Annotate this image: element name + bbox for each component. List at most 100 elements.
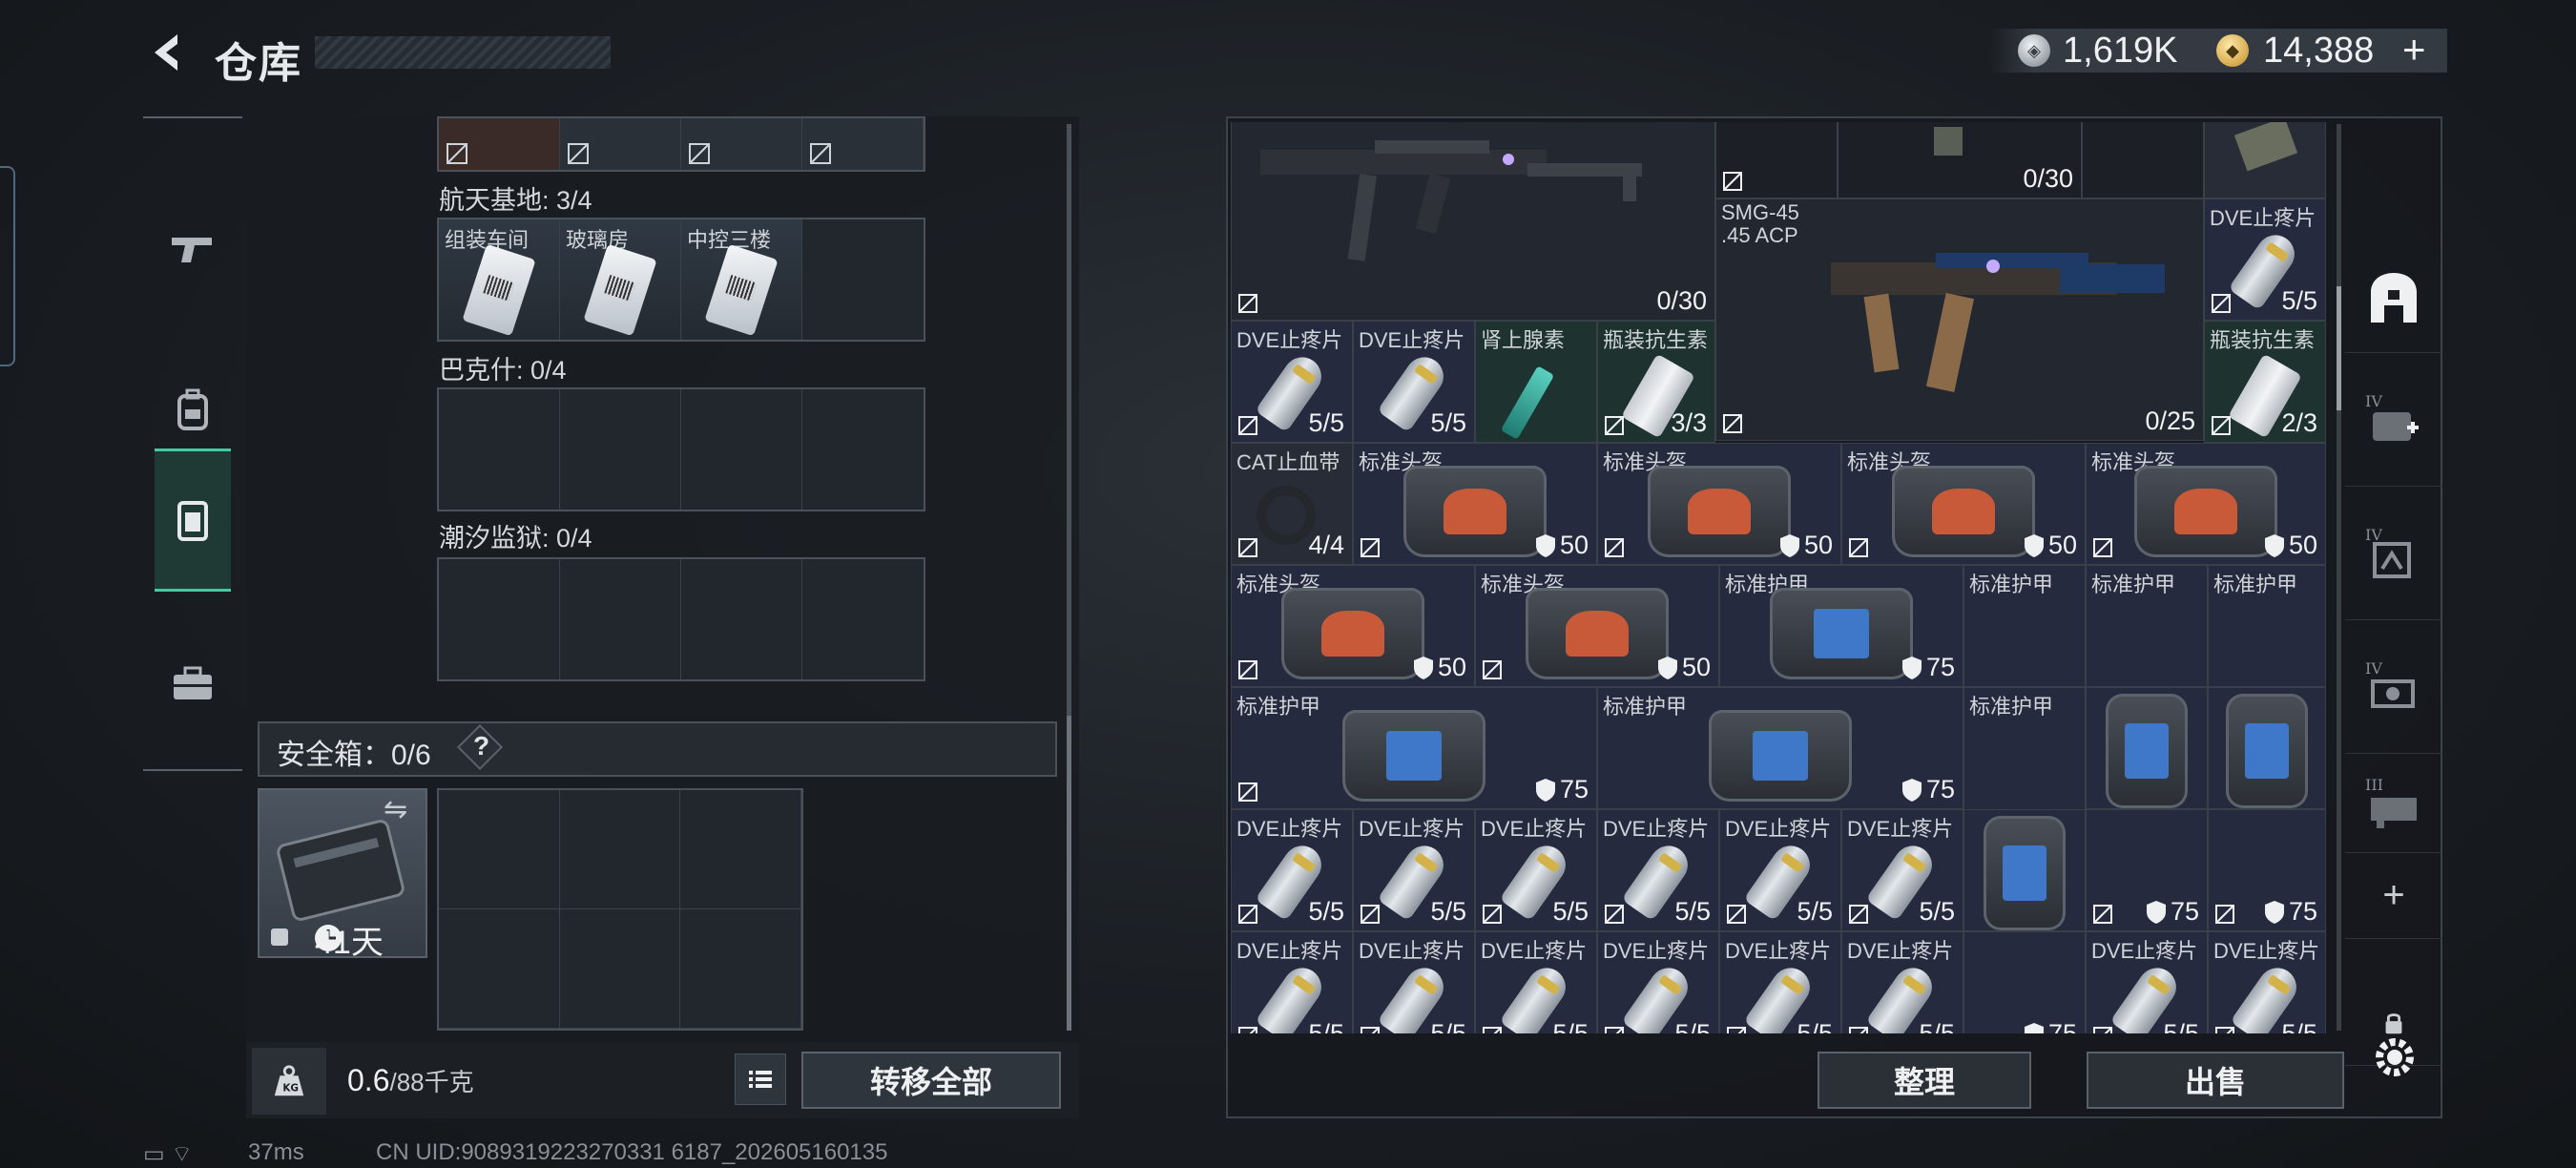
gear-icon [2376, 1038, 2414, 1076]
warehouse-scrollbar-thumb[interactable] [2337, 286, 2341, 410]
warehouse-slot[interactable] [2082, 122, 2204, 198]
keycard-slot-empty[interactable] [439, 559, 560, 679]
dve-painkiller-item[interactable]: DVE止疼片 5/5 [1475, 809, 1597, 931]
safe-slot[interactable] [680, 790, 801, 909]
keycard-slot-empty[interactable] [802, 219, 924, 340]
nav-chest-rig[interactable] [155, 448, 231, 592]
rail-warehouse-4-c[interactable]: IV [2345, 620, 2442, 754]
warehouse-slot[interactable] [1715, 122, 1838, 198]
dve-painkiller-item[interactable]: DVE止疼片 5/5 [1719, 931, 1841, 1033]
armor-item-top[interactable]: 标准护甲 [2086, 565, 2208, 687]
armor-item-top[interactable]: 标准护甲 [1963, 565, 2086, 687]
keycard-slot[interactable]: 组装车间 [439, 219, 560, 340]
armor-item[interactable]: 标准护甲 75 [1719, 565, 1963, 687]
keycard-slot-empty[interactable] [802, 389, 924, 510]
sell-button[interactable]: 出售 [2087, 1052, 2344, 1109]
durability-shield-icon [1901, 656, 1922, 679]
helmet-item[interactable]: 标准头盔 50 [1353, 443, 1597, 565]
armor-item-body[interactable] [2086, 687, 2208, 809]
keycard-slot[interactable] [560, 118, 681, 170]
armor-durability-cell[interactable]: 75 [1963, 931, 2086, 1033]
helmet-icon [1526, 587, 1669, 679]
settings-button[interactable] [2366, 1029, 2423, 1086]
ammo-box-item[interactable] [2204, 122, 2326, 198]
dve-painkiller-item[interactable]: DVE止疼片 5/5 [1597, 809, 1719, 931]
helmet-item[interactable]: 标准头盔 50 [1841, 443, 2086, 565]
armor-item[interactable]: 标准护甲 75 [1231, 687, 1597, 809]
armor-item-body[interactable] [1963, 809, 2086, 931]
dve-painkiller-item[interactable]: DVE止疼片 5/5 [1475, 931, 1597, 1033]
add-currency-button[interactable]: + [2402, 27, 2426, 73]
item-name: DVE止疼片 [1725, 939, 1832, 963]
aerospace-keycard-label: 航天基地: 3/4 [439, 186, 592, 215]
armor-durability-cell[interactable]: 75 [2208, 809, 2326, 931]
safe-slot[interactable] [680, 909, 801, 1029]
rail-add-warehouse[interactable]: + [2345, 853, 2442, 939]
weapon-smg45-item[interactable]: SMG-45 .45 ACP 0/25 [1715, 198, 2204, 441]
adrenaline-item[interactable]: 肾上腺素 [1475, 321, 1597, 443]
keycard-slot-empty[interactable] [802, 559, 924, 679]
dve-painkiller-item[interactable]: DVE止疼片 5/5 [1231, 809, 1353, 931]
item-name: 瓶装抗生素 [2210, 328, 2316, 352]
weapon-mp5-item[interactable]: 0/30 [1231, 122, 1715, 321]
armor-item[interactable]: 标准护甲 75 [1597, 687, 1963, 809]
durability-value: 75 [2170, 897, 2199, 926]
keycard-slot-empty[interactable] [439, 389, 560, 510]
dve-painkiller-item[interactable]: DVE止疼片 5/5 [1231, 321, 1353, 443]
safe-slot[interactable] [559, 909, 681, 1029]
dve-painkiller-item[interactable]: DVE止疼片 5/5 [2086, 931, 2208, 1033]
antibiotic-bottle-item[interactable]: 瓶装抗生素 2/3 [2204, 321, 2326, 443]
keycard-slot-empty[interactable] [681, 559, 802, 679]
durability: 75 [1535, 775, 1589, 804]
sort-button[interactable]: 整理 [1818, 1052, 2031, 1109]
dve-painkiller-item[interactable]: DVE止疼片 5/5 [1353, 931, 1475, 1033]
nav-weapon[interactable] [143, 176, 242, 319]
back-button[interactable] [143, 29, 191, 76]
helmet-item[interactable]: 标准头盔 50 [1475, 565, 1719, 687]
helmet-item[interactable]: 标准头盔 50 [1597, 443, 1841, 565]
item-name: 标准护甲 [1969, 573, 2054, 596]
keycard-slot[interactable] [439, 118, 560, 170]
keycard-slot-empty[interactable] [681, 389, 802, 510]
keycard-slot-empty[interactable] [560, 389, 681, 510]
keycard-slot[interactable]: 中控三楼 [681, 219, 802, 340]
dve-painkiller-item[interactable]: DVE止疼片 5/5 [1841, 809, 1963, 931]
side-drawer-handle[interactable] [0, 166, 15, 366]
keycard-slot[interactable]: 玻璃房 [560, 219, 681, 340]
antibiotic-bottle-item[interactable]: 瓶装抗生素 3/3 [1597, 321, 1715, 443]
locked-item-icon [1723, 414, 1742, 433]
container-scrollbar-thumb[interactable] [1067, 716, 1071, 1031]
dve-painkiller-item[interactable]: DVE止疼片 5/5 [1841, 931, 1963, 1033]
dve-painkiller-item[interactable]: DVE止疼片 5/5 [1353, 809, 1475, 931]
keycard-slot-empty[interactable] [560, 559, 681, 679]
dve-painkiller-item[interactable]: DVE止疼片 5/5 [2208, 931, 2326, 1033]
list-view-button[interactable] [735, 1053, 786, 1105]
dve-painkiller-item[interactable]: DVE止疼片 5/5 [1231, 931, 1353, 1033]
keycard-slot[interactable] [681, 118, 802, 170]
rail-warehouse-4-add[interactable]: IV [2345, 353, 2442, 487]
safe-slot[interactable] [439, 909, 560, 1029]
safe-slot[interactable] [439, 790, 560, 909]
warehouse-scrollbar[interactable] [2337, 124, 2341, 1031]
durability: 75 [1901, 653, 1955, 682]
dve-painkiller-item[interactable]: DVE止疼片 5/5 [1719, 809, 1841, 931]
armor-item-top[interactable]: 标准护甲 [2208, 565, 2326, 687]
keycard-slot[interactable] [802, 118, 924, 170]
tourniquet-item[interactable]: CAT止血带 4/4 [1231, 443, 1353, 565]
dve-painkiller-item[interactable]: DVE止疼片 5/5 [1353, 321, 1475, 443]
rail-warehouse-3[interactable]: III [2345, 754, 2442, 853]
safe-box-label: 安全箱：0/6 [277, 740, 431, 771]
transfer-all-button[interactable]: 转移全部 [801, 1052, 1061, 1109]
armor-item-body[interactable] [2208, 687, 2326, 809]
safe-slot[interactable] [559, 790, 681, 909]
dve-painkiller-item[interactable]: DVE止疼片 5/5 [1597, 931, 1719, 1033]
help-icon: ? [473, 731, 490, 761]
rail-warehouse-4-b[interactable]: IV [2345, 487, 2442, 620]
rail-all-items[interactable] [2345, 242, 2442, 353]
dve-painkiller-item[interactable]: DVE止疼片 5/5 [2204, 198, 2326, 321]
helmet-item[interactable]: 标准头盔 50 [2086, 443, 2326, 565]
armor-durability-cell[interactable]: 75 [2086, 809, 2208, 931]
nav-safe-case[interactable] [143, 613, 242, 756]
magazine-item[interactable]: 0/30 [1838, 122, 2082, 198]
helmet-item[interactable]: 标准头盔 50 [1231, 565, 1475, 687]
